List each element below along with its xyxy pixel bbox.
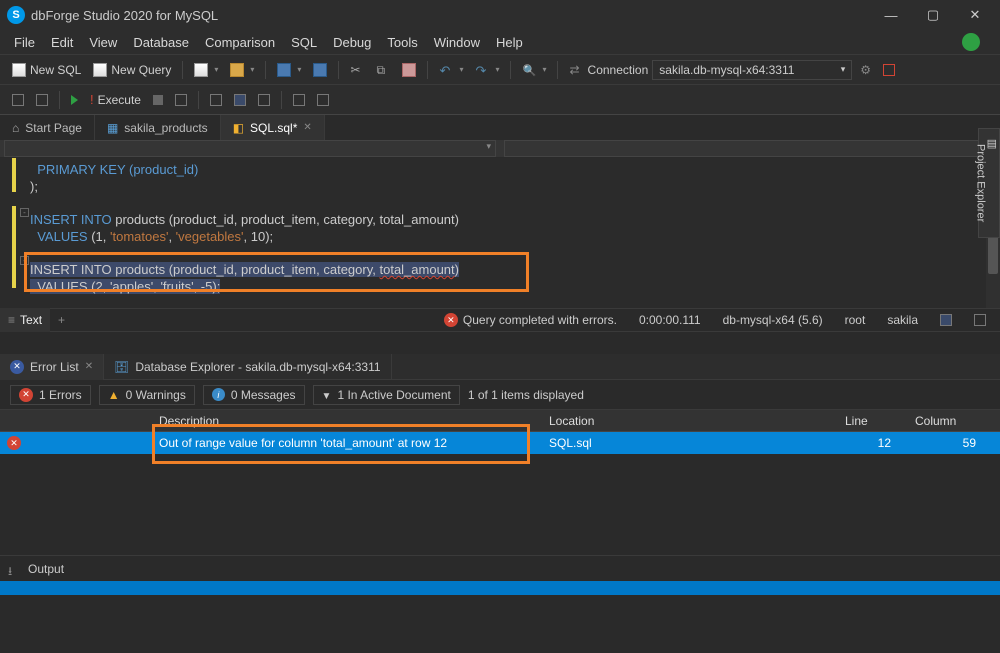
copy-button[interactable] [372, 59, 394, 81]
filter-messages[interactable]: i0 Messages [203, 385, 305, 405]
tool-b[interactable] [230, 89, 250, 111]
error-icon: ✕ [7, 436, 21, 450]
maximize-button[interactable] [912, 2, 954, 28]
tool-e[interactable] [313, 89, 333, 111]
connection-close-button[interactable] [879, 59, 899, 81]
elapsed-time: 0:00:00.111 [633, 313, 707, 327]
filter-active-document[interactable]: 1 In Active Document [313, 385, 460, 405]
open-button[interactable]: ▾ [226, 59, 258, 81]
status-connection: db-mysql-x64 (5.6) [717, 313, 829, 327]
menu-edit[interactable]: Edit [43, 33, 81, 52]
output-icon [8, 562, 22, 576]
close-button[interactable] [954, 2, 996, 28]
menu-tools[interactable]: Tools [379, 33, 425, 52]
error-icon: ✕ [10, 360, 24, 374]
menu-bar: File Edit View Database Comparison SQL D… [0, 30, 1000, 54]
layout-button-2[interactable] [974, 314, 986, 326]
error-icon: ✕ [19, 388, 33, 402]
undo-button[interactable]: ▾ [435, 59, 467, 81]
funnel-icon [322, 388, 332, 402]
menu-sql[interactable]: SQL [283, 33, 325, 52]
menu-window[interactable]: Window [426, 33, 488, 52]
status-user: root [839, 313, 872, 327]
document-tabs: ⌂Start Page ▦sakila_products ◧SQL.sql*✕ [0, 114, 1000, 140]
connection-settings-button[interactable]: ⚙ [856, 59, 875, 81]
editor-tab-text[interactable]: ≡Text [0, 308, 50, 332]
toolbar-exec: !Execute [0, 84, 1000, 114]
menu-view[interactable]: View [81, 33, 125, 52]
app-icon: S [7, 6, 25, 24]
editor-add-tab[interactable]: + [50, 313, 73, 327]
status-db: sakila [881, 313, 924, 327]
redo-button[interactable]: ▾ [471, 59, 503, 81]
filter-count: 1 of 1 items displayed [468, 388, 584, 402]
project-explorer-tab[interactable]: ▤ Project Explorer [978, 128, 1000, 238]
close-icon[interactable]: ✕ [85, 361, 93, 372]
tab-sakila-products[interactable]: ▦sakila_products [95, 115, 221, 141]
tool-c[interactable] [254, 89, 274, 111]
query-status: ✕Query completed with errors. [438, 313, 623, 327]
layout-button[interactable] [940, 314, 952, 326]
bottom-status-strip [0, 581, 1000, 595]
save-button[interactable]: ▾ [273, 59, 305, 81]
run-button[interactable] [67, 89, 82, 111]
connection-label: Connection [588, 63, 649, 77]
menu-comparison[interactable]: Comparison [197, 33, 283, 52]
error-grid-header: Description Location Line Column [0, 410, 1000, 432]
filter-warnings[interactable]: ▲0 Warnings [99, 385, 195, 405]
status-orb-icon[interactable] [962, 33, 980, 51]
stop-button[interactable] [149, 89, 167, 111]
minimize-button[interactable] [870, 2, 912, 28]
exec-opt1[interactable] [171, 89, 191, 111]
connection-selector[interactable]: sakila.db-mysql-x64:3311▾ [652, 60, 852, 80]
tab-start-page[interactable]: ⌂Start Page [0, 115, 95, 141]
close-icon[interactable]: ✕ [303, 122, 311, 133]
paste-button[interactable] [398, 59, 420, 81]
tool-a[interactable] [206, 89, 226, 111]
editor-member-selector[interactable]: ▾ [504, 140, 996, 157]
connection-icon[interactable]: ⇄ [565, 59, 583, 81]
fold-icon[interactable]: - [20, 208, 29, 217]
fold-icon[interactable]: - [20, 256, 29, 265]
error-icon: ✕ [444, 313, 458, 327]
warning-icon: ▲ [108, 388, 120, 402]
app-title: dbForge Studio 2020 for MySQL [31, 8, 870, 23]
exec-tool2[interactable] [32, 89, 52, 111]
new-sql-button[interactable]: New SQL [8, 59, 85, 81]
new-query-button[interactable]: New Query [89, 59, 175, 81]
exec-tool1[interactable] [8, 89, 28, 111]
info-icon: i [212, 388, 225, 401]
menu-file[interactable]: File [6, 33, 43, 52]
panel-error-list[interactable]: ✕Error List✕ [0, 354, 104, 380]
toolbar-main: New SQL New Query ▾ ▾ ▾ ▾ ▾ ▾ ⇄ Connecti… [0, 54, 1000, 84]
menu-database[interactable]: Database [125, 33, 197, 52]
execute-button[interactable]: !Execute [86, 89, 145, 111]
tool-d[interactable] [289, 89, 309, 111]
filter-errors[interactable]: ✕1 Errors [10, 385, 91, 405]
sql-editor[interactable]: - - PRIMARY KEY (product_id) ); INSERT I… [0, 158, 1000, 308]
menu-debug[interactable]: Debug [325, 33, 379, 52]
cut-button[interactable] [346, 59, 368, 81]
output-tab[interactable]: Output [28, 562, 64, 576]
editor-object-selector[interactable]: ▾ [4, 140, 496, 157]
new-item-dropdown[interactable]: ▾ [190, 59, 222, 81]
save-all-button[interactable] [309, 59, 331, 81]
search-button[interactable]: ▾ [518, 59, 550, 81]
menu-help[interactable]: Help [488, 33, 531, 52]
tab-sql[interactable]: ◧SQL.sql*✕ [221, 115, 325, 141]
panel-db-explorer[interactable]: 🗄Database Explorer - sakila.db-mysql-x64… [104, 354, 391, 380]
error-row[interactable]: ✕ Out of range value for column 'total_a… [0, 432, 1000, 454]
